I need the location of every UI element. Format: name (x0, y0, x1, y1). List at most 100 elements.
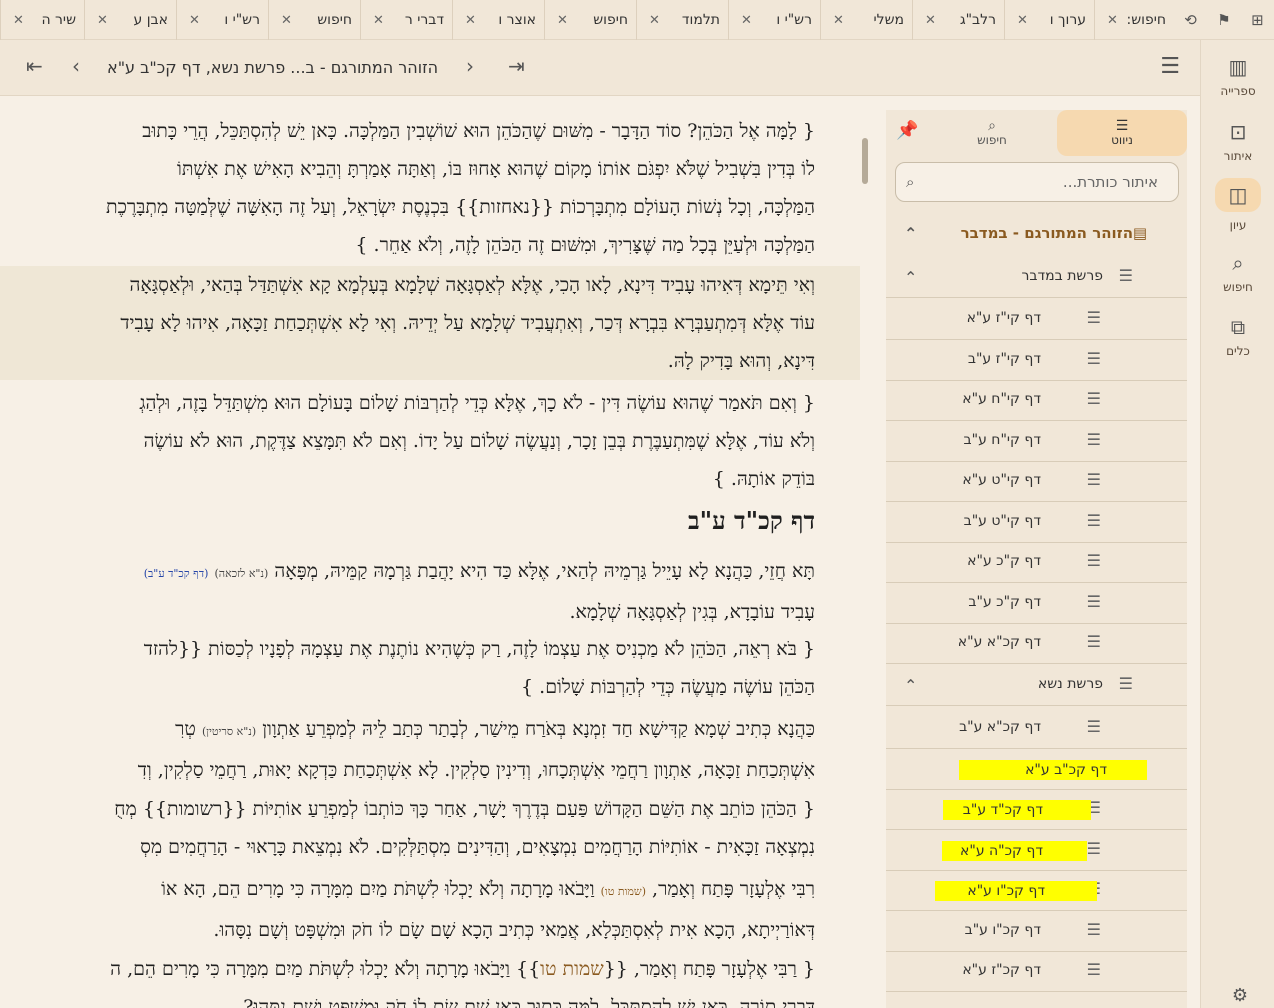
daf-label: דף ק"כ ע"ב (968, 594, 1041, 610)
title-search-input[interactable] (914, 173, 1158, 191)
daf-item[interactable]: ☰ דף קי"ט ע"ב (886, 503, 1187, 543)
tab-search[interactable]: ⌕ חיפוש (927, 110, 1057, 156)
text-line: אִשְׁתְּכַחַת זַכָּאָה, אַתְוָון רַחֲמֵי… (137, 759, 815, 781)
close-icon[interactable]: ✕ (373, 13, 384, 28)
tab[interactable]: שיר ה ✕ (0, 0, 84, 40)
new-tab-icon[interactable]: ⊞ (1251, 11, 1264, 29)
source-citation[interactable]: שמות טו (540, 958, 604, 980)
text-line: לוֹ בְּדִין בִּשְׁבִיל שֶׁלֹּא יִפְגֹּם … (176, 158, 815, 180)
close-icon[interactable]: ✕ (465, 13, 476, 28)
daf-item[interactable]: ☰ דף ק"כ ע"ב (886, 584, 1187, 624)
close-icon[interactable]: ✕ (281, 13, 292, 28)
rail-search[interactable]: ⌕ חיפוש (1208, 244, 1268, 302)
close-icon[interactable]: ✕ (1107, 13, 1118, 28)
list-icon: ☰ (1086, 430, 1101, 449)
rail-tools[interactable]: ⧉ כלים (1208, 308, 1268, 366)
daf-label: דף קכ"ד ע"ב (942, 800, 1091, 820)
list-icon: ☰ (1118, 674, 1133, 693)
tab[interactable]: רש"י ו ✕ (176, 0, 268, 40)
list-icon: ☰ (1086, 511, 1101, 530)
text-line: כַּהֲנָא כְּתִיב שְׁמָא קַדִּישָׁא חַד ז… (0, 710, 815, 751)
menu-icon[interactable]: ☰ (1160, 54, 1180, 79)
daf-item[interactable]: ☰ דף קי"ט ע"א (886, 462, 1187, 502)
daf-item[interactable]: ☰ דף קכ"א ע"ב (886, 709, 1187, 749)
text-line: רִבִּי אֶלְעָזָר פָּתַח וְאָמַר, (שמות ט… (0, 870, 815, 911)
rail-study[interactable]: ◫ עיון (1208, 176, 1268, 234)
close-icon[interactable]: ✕ (741, 13, 752, 28)
chevron-up-icon[interactable]: ⌃ (904, 224, 917, 243)
library-icon: ▥ (1228, 55, 1248, 79)
text-line: נִמְצְאָה זַכָּאִית - אוֹתִיּוֹת הָרַחֲמ… (140, 836, 815, 858)
daf-item-highlighted[interactable]: ☰דף קכ"ב ע"א (886, 750, 1187, 790)
text-content: { לָמָּה אֶל הַכֹּהֵן? סוֹד הַדָּבָר - מ… (0, 96, 860, 1008)
daf-heading: דף קכ"ד ע"ב (688, 506, 815, 535)
tab[interactable]: חיפוש: ✕ (1094, 0, 1174, 40)
daf-item[interactable]: ☰ דף קכ"א ע"א (886, 624, 1187, 664)
selected-paragraph[interactable]: וְאִי תֵּימָא דְּאִיהוּ עָבִיד דִּינָא, … (0, 266, 860, 380)
tab[interactable]: אוצר ו ✕ (452, 0, 544, 40)
daf-label: דף קי"ט ע"א (962, 472, 1041, 488)
parasha-node[interactable]: ☰ פרשת נשא ⌃ (886, 666, 1187, 706)
close-icon[interactable]: ✕ (925, 13, 936, 28)
daf-item[interactable]: ☰ דף ק"כ ע"א (886, 543, 1187, 583)
close-icon[interactable]: ✕ (1017, 13, 1028, 28)
chevron-up-icon[interactable]: ⌃ (904, 676, 917, 695)
tools-icon: ⧉ (1230, 315, 1246, 339)
parasha-node[interactable]: ☰ פרשת במדבר ⌃ (886, 258, 1187, 298)
history-icon[interactable]: ⟲ (1184, 11, 1197, 29)
close-icon[interactable]: ✕ (649, 13, 660, 28)
tab-label: רלב"ג (959, 12, 996, 28)
text-span: תָּא חֲזֵי, כַּהֲנָא לָא עָיֵיל גַּרְמֵי… (274, 560, 815, 582)
chevron-right-icon[interactable]: › (466, 54, 474, 78)
daf-item[interactable]: ☰ דף קי"ח ע"א (886, 381, 1187, 421)
daf-item-highlighted[interactable]: ☰ דף קכ"ד ע"ב (886, 790, 1187, 830)
daf-item[interactable]: ☰ דף קי"ז ע"ב (886, 341, 1187, 381)
list-icon: ☰ (1086, 920, 1101, 939)
tab[interactable]: תלמוד ✕ (636, 0, 728, 40)
tab[interactable]: רש"י ו ✕ (728, 0, 820, 40)
rail-library[interactable]: ▥ ספרייה (1208, 48, 1268, 106)
text-line: { רַבִּי אֶלְעָזָר פָּתַח וְאָמַר, {{שמו… (0, 950, 815, 988)
text-line: הַמַּלְכָּה וּלְעַיֵּן בְּכָל מַה שֶּׁצָ… (355, 234, 815, 256)
rail-find[interactable]: ⊡ איתור (1208, 113, 1268, 171)
list-icon: ☰ (1115, 118, 1129, 134)
pin-icon[interactable]: 📌 (896, 120, 918, 141)
bookmark-icon[interactable]: ⚑ (1217, 11, 1230, 29)
tab-label: תלמוד (681, 12, 720, 28)
daf-item[interactable]: ☰ דף קי"ח ע"ב (886, 422, 1187, 462)
tab-navigation[interactable]: ☰ ניווט (1057, 110, 1187, 156)
first-page-icon[interactable]: ⇥ (508, 54, 525, 78)
close-icon[interactable]: ✕ (13, 13, 24, 28)
daf-item[interactable]: ☰ דף קכ"ז ע"א (886, 952, 1187, 992)
parasha-label: פרשת במדבר (1021, 268, 1103, 284)
page-reference-link[interactable]: (דף קכ"ד ע"ב) (144, 567, 209, 580)
chevron-left-icon[interactable]: ‹ (72, 54, 80, 78)
settings-gear-icon[interactable]: ⚙ (1232, 985, 1248, 1006)
text-line: דְּאוֹרַיְיתָא, הָכָא אִית לְאִסְתַּכְּל… (213, 919, 815, 941)
chevron-up-icon[interactable]: ⌃ (904, 268, 917, 287)
daf-item-highlighted[interactable]: ☰ דף קכ"ה ע"א (886, 831, 1187, 871)
book-title: הזוהר המתורגם - ב... פרשת נשא, דף קכ"ב ע… (107, 58, 439, 77)
book-node[interactable]: ▤ הזוהר המתורגם - במדבר ⌃ (886, 212, 1187, 254)
tab[interactable]: חיפוש ✕ (268, 0, 360, 40)
tab[interactable]: חיפוש ✕ (544, 0, 636, 40)
tab[interactable]: אבן ע ✕ (84, 0, 176, 40)
parasha-label: פרשת נשא (1037, 676, 1103, 692)
tab[interactable]: רלב"ג ✕ (912, 0, 1004, 40)
text-span: { רַבִּי אֶלְעָזָר פָּתַח וְאָמַר, {{ (603, 958, 815, 980)
text-span: רִבִּי אֶלְעָזָר פָּתַח וְאָמַר, (652, 878, 815, 900)
daf-item[interactable]: ☰ דף קכ"ו ע"ב (886, 912, 1187, 952)
close-icon[interactable]: ✕ (97, 13, 108, 28)
translation-paragraph: { רַבִּי אֶלְעָזָר פָּתַח וְאָמַר, {{שמו… (0, 950, 815, 1008)
tab[interactable]: משלי ✕ (820, 0, 912, 40)
scrollbar-thumb[interactable] (862, 138, 868, 184)
tab-label: ערוך ו (1049, 12, 1086, 28)
daf-item-highlighted[interactable]: ☰דף קכ"ו ע"א (886, 871, 1187, 911)
daf-item[interactable]: ☰ דף קי"ז ע"א (886, 300, 1187, 340)
close-icon[interactable]: ✕ (833, 13, 844, 28)
tab[interactable]: ערוך ו ✕ (1004, 0, 1094, 40)
close-icon[interactable]: ✕ (557, 13, 568, 28)
last-page-icon[interactable]: ⇤ (26, 54, 43, 78)
tab[interactable]: דברי ר ✕ (360, 0, 452, 40)
close-icon[interactable]: ✕ (189, 13, 200, 28)
